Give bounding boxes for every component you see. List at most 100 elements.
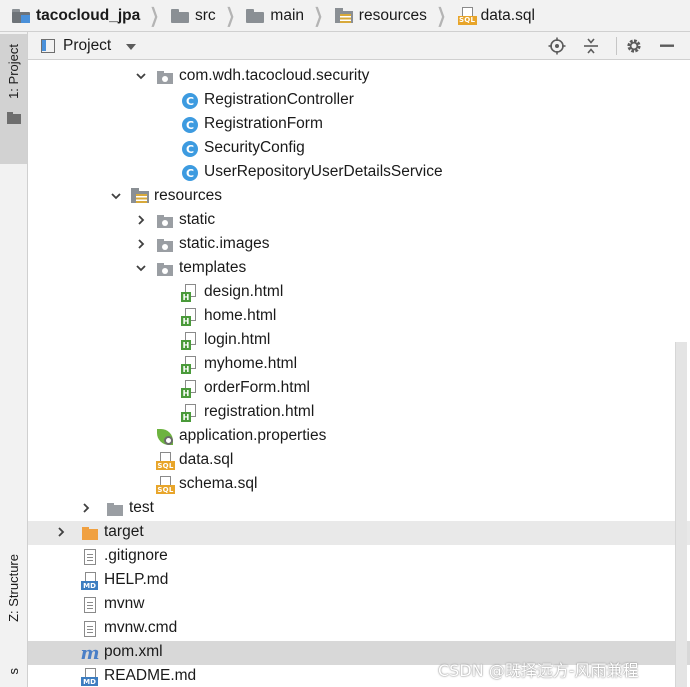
excluded-folder-icon (81, 524, 99, 542)
tree-node-label: UserRepositoryUserDetailsService (204, 163, 443, 180)
project-tool-tab[interactable]: 1: Project (0, 34, 27, 164)
chevron-right-icon[interactable] (134, 237, 148, 251)
text-file-icon (81, 620, 99, 638)
tree-node[interactable]: com.wdh.tacocloud.security (28, 65, 690, 89)
resources-folder-icon (334, 8, 353, 23)
tree-node[interactable]: HorderForm.html (28, 377, 690, 401)
breadcrumb-label: resources (358, 6, 427, 24)
tree-node-label: static.images (179, 235, 270, 252)
tree-node[interactable]: C SecurityConfig (28, 137, 690, 161)
tree-node[interactable]: target (28, 521, 690, 545)
tree-node[interactable]: SQL data.sql (28, 449, 690, 473)
tree-node-label: home.html (204, 307, 277, 324)
html-file-icon: H (181, 356, 199, 374)
project-folder-icon (12, 8, 30, 23)
tree-node-label: RegistrationController (204, 91, 354, 108)
tree-node[interactable]: C UserRepositoryUserDetailsService (28, 161, 690, 185)
structure-tool-tab[interactable]: Z: Structure (0, 552, 27, 657)
tree-node-label: myhome.html (204, 355, 298, 372)
breadcrumb-main[interactable]: main (246, 0, 304, 32)
html-file-icon: H (181, 380, 199, 398)
tool-tab-fragment[interactable]: s (6, 668, 21, 675)
breadcrumb-label: main (270, 6, 305, 24)
spring-properties-icon (156, 428, 174, 446)
text-file-icon (81, 548, 99, 566)
tree-node[interactable]: static (28, 209, 690, 233)
tree-node[interactable]: static.images (28, 233, 690, 257)
folder-icon (246, 8, 265, 23)
tree-node[interactable]: Hregistration.html (28, 401, 690, 425)
package-icon (156, 236, 174, 254)
tree-node-label: com.wdh.tacocloud.security (179, 67, 370, 84)
tree-node-label: data.sql (179, 451, 234, 468)
toolbar-divider (616, 37, 617, 55)
tree-node-label: SecurityConfig (204, 139, 305, 156)
breadcrumb-label: src (194, 6, 216, 24)
package-icon (156, 260, 174, 278)
vertical-scrollbar[interactable] (675, 342, 687, 687)
locate-icon[interactable] (546, 35, 568, 57)
html-file-icon: H (181, 332, 199, 350)
chevron-right-icon: ❯ (149, 5, 160, 27)
chevron-right-icon[interactable] (134, 213, 148, 227)
hide-icon[interactable] (656, 35, 678, 57)
chevron-right-icon: ❯ (436, 5, 446, 27)
tree-node[interactable]: mvnw.cmd (28, 617, 690, 641)
project-window-icon (41, 39, 55, 53)
class-icon: C (181, 164, 199, 182)
tree-node[interactable]: Hlogin.html (28, 329, 690, 353)
tree-node-label: orderForm.html (204, 379, 310, 396)
folder-icon (106, 500, 124, 518)
chevron-down-icon[interactable] (134, 261, 148, 275)
breadcrumb-src[interactable]: src (170, 0, 216, 32)
maven-icon: m (80, 642, 100, 664)
structure-tab-label: Z: Structure (6, 554, 21, 622)
tree-node-label: mvnw (104, 595, 145, 612)
tree-node[interactable]: mvnw (28, 593, 690, 617)
breadcrumb-data-sql[interactable]: SQL data.sql (457, 0, 535, 32)
tree-node[interactable]: resources (28, 185, 690, 209)
tree-node-label: design.html (204, 283, 284, 300)
tree-node-label: mvnw.cmd (104, 619, 178, 636)
chevron-right-icon: ❯ (313, 5, 324, 27)
chevron-right-icon[interactable] (79, 501, 93, 515)
project-view-selector[interactable]: Project (63, 37, 111, 55)
sql-file-icon: SQL (156, 476, 175, 494)
watermark: CSDN @既择远方-风雨兼程 (438, 661, 639, 680)
tree-node[interactable]: Hmyhome.html (28, 353, 690, 377)
tree-node-label: test (129, 499, 154, 516)
class-icon: C (181, 116, 199, 134)
html-file-icon: H (181, 404, 199, 422)
tree-node-label: registration.html (204, 403, 315, 420)
sql-file-icon: SQL (156, 452, 175, 470)
tree-node[interactable]: C RegistrationForm (28, 113, 690, 137)
gear-icon[interactable] (623, 35, 645, 57)
chevron-down-icon[interactable] (109, 189, 123, 203)
chevron-right-icon[interactable] (54, 525, 68, 539)
chevron-down-icon[interactable] (126, 44, 136, 50)
tree-node-label: static (179, 211, 216, 228)
tree-node[interactable]: Hdesign.html (28, 281, 690, 305)
tree-node[interactable]: application.properties (28, 425, 690, 449)
tree-node[interactable]: SQL schema.sql (28, 473, 690, 497)
collapse-all-icon[interactable] (580, 35, 602, 57)
tree-node[interactable]: Hhome.html (28, 305, 690, 329)
tree-node[interactable]: test (28, 497, 690, 521)
folder-icon (7, 112, 21, 124)
chevron-down-icon[interactable] (134, 69, 148, 83)
tree-node[interactable]: MD HELP.md (28, 569, 690, 593)
class-icon: C (181, 140, 199, 158)
tree-node[interactable]: C RegistrationController (28, 89, 690, 113)
tree-node[interactable]: .gitignore (28, 545, 690, 569)
package-icon (156, 68, 174, 86)
sql-file-icon: SQL (457, 6, 477, 25)
tree-node-label: RegistrationForm (204, 115, 323, 132)
tree-node[interactable]: templates (28, 257, 690, 281)
tree-node-label: login.html (204, 331, 271, 348)
resources-folder-icon (131, 188, 149, 206)
html-file-icon: H (181, 284, 199, 302)
project-tab-label: 1: Project (6, 44, 21, 99)
breadcrumb-label: tacocloud_jpa (36, 6, 141, 24)
breadcrumb-resources[interactable]: resources (334, 0, 427, 32)
breadcrumb-project[interactable]: tacocloud_jpa (12, 0, 140, 32)
